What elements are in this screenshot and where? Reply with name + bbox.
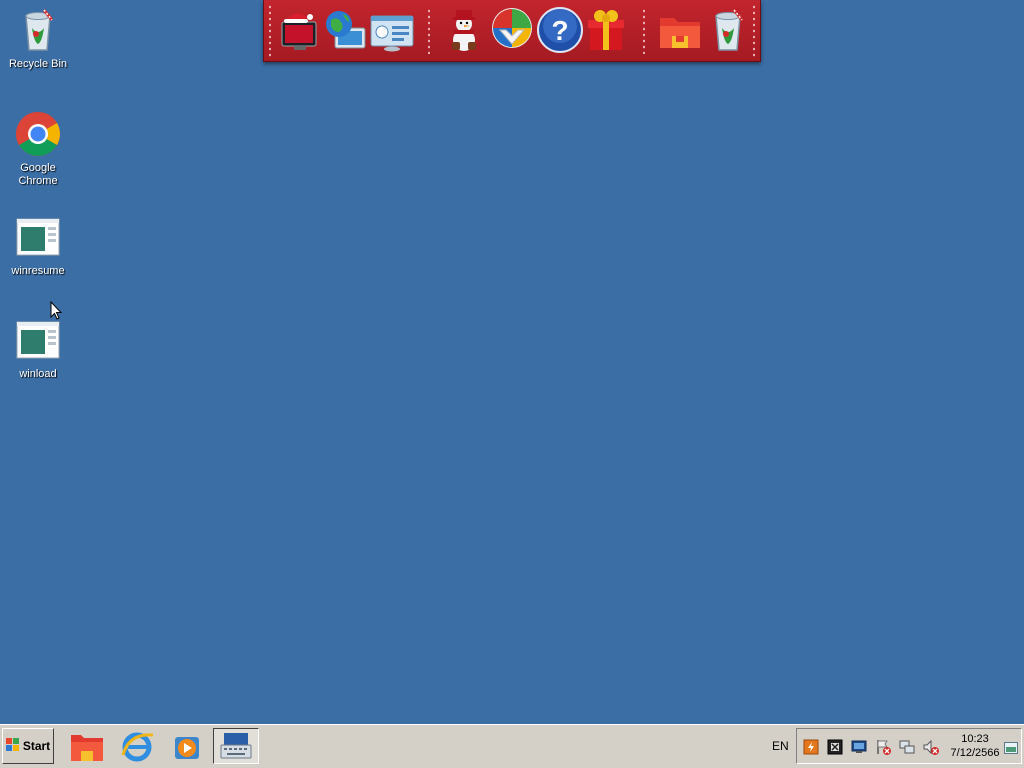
desktop-icon-label: Recycle Bin [8,58,68,70]
desktop-icon-recycle-bin[interactable]: Recycle Bin [0,6,76,71]
desktop-icon-label: winload [19,368,57,380]
network-icon[interactable] [899,739,915,755]
start-button[interactable]: Start [2,728,54,764]
desktop-icon-winresume[interactable]: winresume [0,213,76,278]
language-indicator[interactable]: EN [772,739,789,753]
tool-icon[interactable] [827,739,843,755]
dock-separator [643,8,645,54]
desktop-icon-label: Google Chrome [18,162,58,187]
taskbar: Start EN 10:23 7/12/2566 [0,724,1024,768]
dock-edge-decoration [753,4,755,58]
desktop-icon-google-chrome[interactable]: Google Chrome [0,110,76,188]
taskbar-button-on-screen-keyboard[interactable] [213,728,259,764]
action-center-icon[interactable] [875,739,891,755]
display-icon[interactable] [851,739,867,755]
globe-network-icon[interactable] [321,6,369,54]
clock-date: 7/12/2566 [950,747,1000,759]
clock[interactable]: 10:23 7/12/2566 [946,732,1004,760]
snowman-icon[interactable] [440,6,488,54]
on-screen-keyboard-icon [220,733,252,759]
dock-edge-decoration [269,4,271,58]
taskbar-button-media-player[interactable] [164,728,210,764]
windows-logo-icon [5,737,20,755]
clock-time: 10:23 [961,733,989,745]
windows-shield-icon[interactable] [488,6,536,54]
desktop-icon-winload[interactable]: winload [0,316,76,381]
christmas-monitor-icon[interactable] [276,6,324,54]
taskbar-button-internet-explorer[interactable] [114,728,160,764]
recycle-bin-icon [14,6,62,54]
flash-icon[interactable] [803,739,819,755]
desktop-icon-label: winresume [11,265,65,277]
svg-text:?: ? [551,15,568,46]
chrome-icon [14,110,62,158]
show-desktop-button[interactable] [1004,741,1018,754]
application-window-icon [14,213,62,261]
folder-icon[interactable] [656,6,704,54]
mouse-cursor-icon [50,300,63,326]
internet-explorer-icon [121,732,154,762]
volume-muted-icon[interactable] [923,739,939,755]
gift-box-icon[interactable] [582,6,630,54]
dock-separator [428,8,430,54]
taskbar-button-file-explorer[interactable] [64,728,110,764]
file-explorer-icon [71,735,103,761]
start-button-label: Start [22,739,51,753]
dock-bar: ? [263,0,761,62]
help-icon[interactable]: ? [536,6,584,54]
recycle-bin-icon[interactable] [704,6,752,54]
media-player-icon [175,737,199,759]
control-panel-icon[interactable] [368,6,416,54]
show-desktop-icon [1004,742,1018,754]
